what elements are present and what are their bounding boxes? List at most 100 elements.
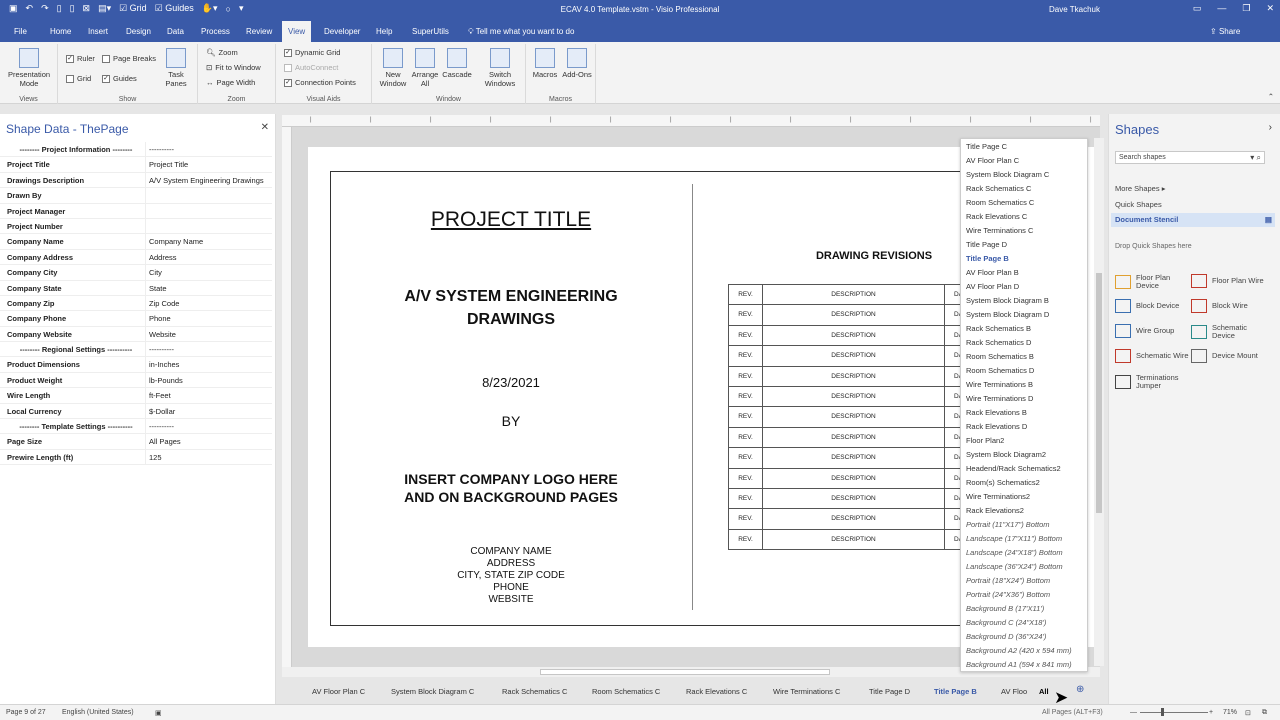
shape-data-row[interactable]: Company Zip Zip Code — [0, 295, 272, 312]
quick-shapes-link[interactable]: Quick Shapes — [1115, 200, 1162, 209]
stencil-shape[interactable]: Block Wire — [1191, 299, 1271, 313]
shape-data-value[interactable]: Zip Code — [146, 296, 272, 310]
page-breaks-checkbox[interactable]: Page Breaks — [102, 54, 156, 63]
page-list-item[interactable]: Landscape (24"X18") Bottom — [961, 546, 1087, 560]
tab-file[interactable]: File — [8, 21, 33, 42]
guides-checkbox[interactable]: ✓ Guides — [102, 74, 137, 83]
page-list-item[interactable]: Room Schematics C — [961, 196, 1087, 210]
page-list-item[interactable]: Headend/Rack Schematics2 — [961, 462, 1087, 476]
shape-data-row[interactable]: Project Title Project Title — [0, 157, 272, 173]
shape-data-row[interactable]: Drawn By — [0, 188, 272, 204]
shape-data-value[interactable]: Company Name — [146, 234, 272, 248]
page-list-item[interactable]: Wire Terminations B — [961, 378, 1087, 392]
shape-data-value[interactable]: State — [146, 281, 272, 295]
switch-windows-button[interactable]: Switch Windows — [478, 48, 522, 88]
shape-data-row[interactable]: Company Phone Phone — [0, 311, 272, 327]
revisions-table[interactable]: REV. DESCRIPTION DA REV. DESCRIPTION DA REV. DE… — [728, 284, 968, 551]
stencil-shape[interactable]: Floor Plan Device — [1115, 274, 1195, 290]
document-stencil-item[interactable]: Document Stencil ▤ — [1111, 213, 1275, 227]
revision-row[interactable]: REV. DESCRIPTION DA — [729, 448, 968, 469]
page-list-item[interactable]: Rack Schematics D — [961, 336, 1087, 350]
page-list-item[interactable]: Background B (17'X11') — [961, 602, 1087, 616]
chevron-right-icon[interactable]: › — [1269, 122, 1272, 133]
stencil-shape[interactable]: Schematic Wire — [1115, 349, 1195, 363]
page-list-item[interactable]: Wire Terminations C — [961, 224, 1087, 238]
shape-data-value[interactable]: ---------- — [146, 419, 272, 433]
arrange-all-button[interactable]: Arrange All — [408, 48, 442, 88]
company-logo-placeholder[interactable]: INSERT COMPANY LOGO HERE AND ON BACKGROU… — [330, 470, 692, 506]
page-list-item[interactable]: Portrait (18"X24") Bottom — [961, 574, 1087, 588]
language[interactable]: English (United States) — [62, 709, 134, 716]
shape-data-row[interactable]: Project Number — [0, 218, 272, 235]
shape-data-value[interactable] — [146, 188, 272, 202]
tab-design[interactable]: Design — [120, 21, 157, 42]
close-icon[interactable]: ✕ — [1266, 3, 1274, 14]
revision-row[interactable]: REV. DESCRIPTION DA — [729, 509, 968, 530]
shape-data-row[interactable]: Company Address Address — [0, 249, 272, 266]
shape-data-value[interactable]: Website — [146, 327, 272, 341]
addons-button[interactable]: Add-Ons — [562, 48, 592, 79]
shape-data-value[interactable]: All Pages — [146, 434, 272, 448]
page-list-item[interactable]: Floor Plan2 — [961, 434, 1087, 448]
close-icon[interactable]: ✕ — [261, 122, 269, 133]
shape-data-value[interactable]: 125 — [146, 450, 272, 464]
revision-row[interactable]: REV. DESCRIPTION DA — [729, 305, 968, 326]
stencil-shape[interactable]: Terminations Jumper — [1115, 374, 1195, 390]
revision-row[interactable]: REV. DESCRIPTION DA — [729, 285, 968, 306]
tab-help[interactable]: Help — [370, 21, 398, 42]
shape-data-value[interactable] — [146, 204, 272, 218]
page-list-item[interactable]: System Block Diagram D — [961, 308, 1087, 322]
shape-data-value[interactable]: City — [146, 265, 272, 279]
page-list-item[interactable]: Room Schematics D — [961, 364, 1087, 378]
page-width-button[interactable]: ↔ Page Width — [206, 78, 255, 87]
page-list-item[interactable]: Portrait (24"X36") Bottom — [961, 588, 1087, 602]
page-list-item[interactable]: Landscape (36"X24") Bottom — [961, 560, 1087, 574]
page-list-item[interactable]: Wire Terminations D — [961, 392, 1087, 406]
page-list-item[interactable]: Rack Elevations C — [961, 210, 1087, 224]
search-shapes-input[interactable]: Search shapes ▾ ⌕ — [1115, 151, 1265, 164]
page-tab[interactable]: Rack Elevations C — [686, 687, 747, 696]
page-list-item[interactable]: AV Floor Plan C — [961, 154, 1087, 168]
shape-data-row[interactable]: Company City City — [0, 265, 272, 281]
cascade-button[interactable]: Cascade — [440, 48, 474, 79]
revision-row[interactable]: REV. DESCRIPTION DA — [729, 366, 968, 387]
stencil-shape[interactable]: Wire Group — [1115, 324, 1195, 338]
page-list-item[interactable]: Room(s) Schematics2 — [961, 476, 1087, 490]
tab-home[interactable]: Home — [44, 21, 77, 42]
zoom-level[interactable]: 71% — [1223, 709, 1237, 716]
ribbon-display-icon[interactable]: ▭ — [1193, 3, 1202, 14]
shape-data-value[interactable]: in-Inches — [146, 357, 272, 371]
shape-data-row[interactable]: Product Weight lb-Pounds — [0, 372, 272, 389]
macros-button[interactable]: Macros — [530, 48, 560, 79]
task-panes-button[interactable]: Task Panes — [158, 48, 194, 88]
page-list-item[interactable]: Title Page C — [961, 140, 1087, 154]
page-tab[interactable]: AV Floor Plan C — [312, 687, 365, 696]
shape-data-value[interactable]: $-Dollar — [146, 404, 272, 418]
shape-data-row[interactable]: Page Size All Pages — [0, 434, 272, 450]
drawn-by[interactable]: BY — [330, 413, 692, 429]
shape-data-value[interactable]: Phone — [146, 311, 272, 325]
tab-process[interactable]: Process — [195, 21, 236, 42]
page-tab[interactable]: Rack Schematics C — [502, 687, 567, 696]
page-list-item[interactable]: Background C (24"X18') — [961, 616, 1087, 630]
page-list-item[interactable]: Landscape (17"X11") Bottom — [961, 532, 1087, 546]
page-list-item[interactable]: Rack Elevations2 — [961, 504, 1087, 518]
fit-page-icon[interactable]: ⊡ — [1245, 709, 1251, 717]
shape-data-section[interactable]: -------- Template Settings ---------- ---… — [0, 419, 272, 435]
project-title[interactable]: PROJECT TITLE — [330, 208, 692, 232]
page-list-item[interactable]: Portrait (11"X17") Bottom — [961, 518, 1087, 532]
shape-data-value[interactable]: ft-Feet — [146, 388, 272, 402]
shape-data-row[interactable]: Company Name Company Name — [0, 234, 272, 250]
page-list-item[interactable]: System Block Diagram2 — [961, 448, 1087, 462]
shape-data-value[interactable] — [146, 219, 272, 233]
revision-row[interactable]: REV. DESCRIPTION DA — [729, 346, 968, 367]
fit-to-window-button[interactable]: ⊡ Fit to Window — [206, 63, 261, 72]
shape-data-value[interactable]: ---------- — [146, 142, 272, 156]
shape-data-row[interactable]: Wire Length ft-Feet — [0, 388, 272, 404]
shape-data-value[interactable]: A/V System Engineering Drawings — [146, 173, 272, 187]
stencil-shape[interactable]: Floor Plan Wire — [1191, 274, 1271, 288]
zoom-button[interactable]: 🔍︎ Zoom — [206, 48, 238, 57]
restore-icon[interactable]: ❐ — [1242, 3, 1250, 14]
tab-review[interactable]: Review — [240, 21, 278, 42]
page-list-item[interactable]: Room Schematics B — [961, 350, 1087, 364]
